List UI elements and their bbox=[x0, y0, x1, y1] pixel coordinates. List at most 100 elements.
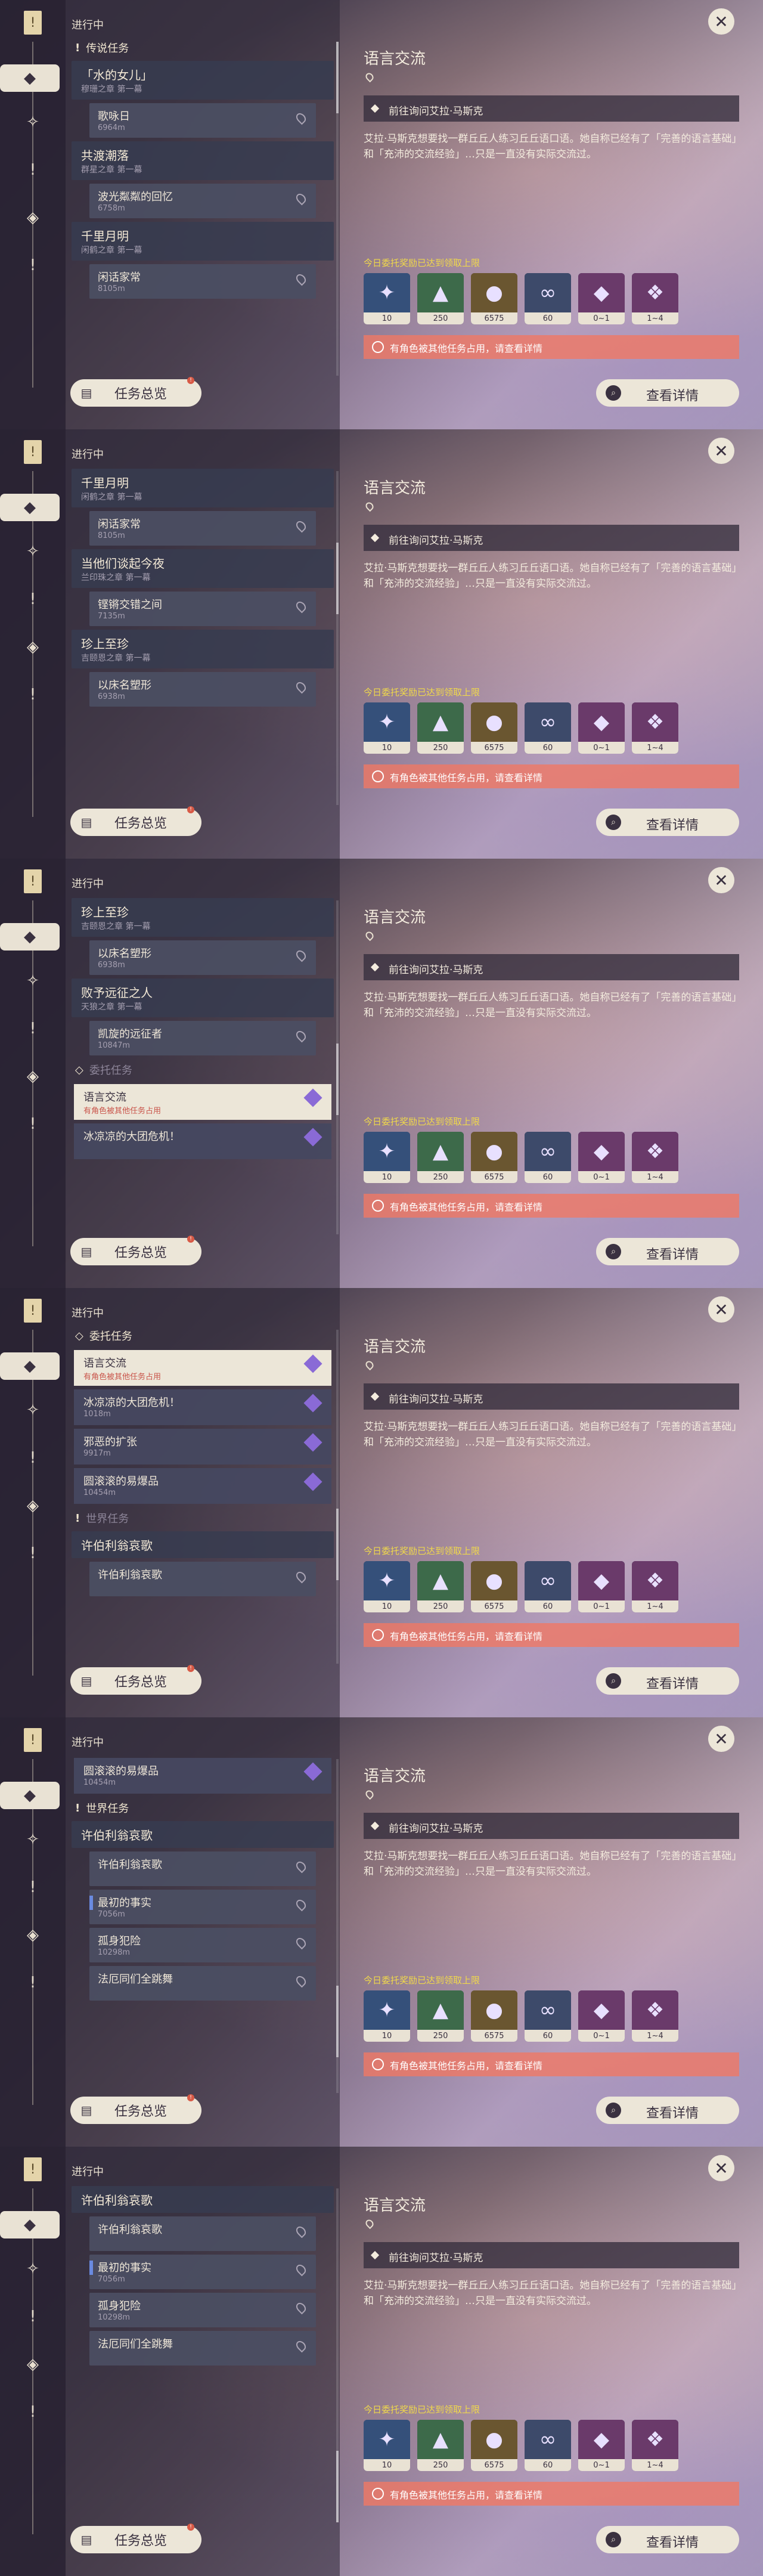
reward-item[interactable]: ∞ 60 bbox=[525, 1990, 571, 2042]
reward-item[interactable]: ∞ 60 bbox=[525, 273, 571, 324]
commission-entry[interactable]: 冰凉凉的大团危机！ bbox=[74, 1123, 331, 1159]
reward-item[interactable]: ✦ 10 bbox=[364, 1990, 410, 2042]
commission-entry[interactable]: 冰凉凉的大团危机！ 1018m bbox=[74, 1389, 331, 1425]
quest-step[interactable]: 最初的事实 7056m bbox=[89, 1890, 316, 1924]
story-quest-icon[interactable]: ! bbox=[19, 1015, 46, 1042]
quest-step[interactable]: 法厄同们全跳舞 bbox=[89, 2331, 316, 2366]
view-details-button[interactable]: ⌕ 查看详情 bbox=[596, 1667, 739, 1695]
close-button[interactable]: ✕ bbox=[708, 2155, 734, 2181]
bookmark-icon[interactable]: ! bbox=[24, 1299, 42, 1323]
scrollbar-thumb[interactable] bbox=[336, 1044, 339, 1115]
quest-step[interactable]: 许伯利翁哀歌 bbox=[89, 1852, 316, 1886]
scrollbar[interactable] bbox=[336, 42, 339, 376]
reward-item[interactable]: ❖ 1~4 bbox=[632, 1990, 678, 2042]
scrollbar[interactable] bbox=[336, 471, 339, 805]
quest-entry[interactable]: 许伯利翁哀歌 bbox=[72, 2186, 334, 2213]
reward-item[interactable]: ▲ 250 bbox=[417, 1990, 464, 2042]
commission-entry[interactable]: 语言交流 有角色被其他任务占用 bbox=[74, 1350, 331, 1386]
world-quest-icon[interactable]: ! bbox=[19, 681, 46, 708]
reward-item[interactable]: ✦ 10 bbox=[364, 2420, 410, 2471]
reward-item[interactable]: ❖ 1~4 bbox=[632, 1561, 678, 1612]
commission-icon[interactable]: ◈ bbox=[19, 1063, 46, 1090]
quest-entry[interactable]: 当他们谈起今夜 兰印珠之章 第一幕 bbox=[72, 549, 334, 588]
archon-quest-icon[interactable]: ✧ bbox=[19, 109, 46, 136]
reward-item[interactable]: ❖ 1~4 bbox=[632, 273, 678, 324]
commission-entry[interactable]: 圆滚滚的易爆品 10454m bbox=[74, 1758, 331, 1794]
quest-step[interactable]: 闲话家常 8105m bbox=[89, 264, 316, 299]
story-quest-icon[interactable]: ! bbox=[19, 586, 46, 613]
reward-item[interactable]: ∞ 60 bbox=[525, 702, 571, 754]
commission-entry[interactable]: 语言交流 有角色被其他任务占用 bbox=[74, 1084, 331, 1120]
quest-entry[interactable]: 珍上至珍 吉颐恩之章 第一幕 bbox=[72, 630, 334, 668]
reward-item[interactable]: ✦ 10 bbox=[364, 702, 410, 754]
commission-entry[interactable]: 圆滚滚的易爆品 10454m bbox=[74, 1468, 331, 1504]
reward-item[interactable]: ▲ 250 bbox=[417, 1561, 464, 1612]
all-quests-icon[interactable]: ◆ bbox=[0, 1352, 60, 1380]
close-button[interactable]: ✕ bbox=[708, 8, 734, 35]
reward-item[interactable]: ✦ 10 bbox=[364, 273, 410, 324]
world-quest-icon[interactable]: ! bbox=[19, 1110, 46, 1138]
quest-step[interactable]: 许伯利翁哀歌 bbox=[89, 2216, 316, 2251]
story-quest-icon[interactable]: ! bbox=[19, 156, 46, 184]
bookmark-icon[interactable]: ! bbox=[24, 440, 42, 464]
quest-step[interactable]: 铿锵交错之间 7135m bbox=[89, 592, 316, 626]
quest-overview-button[interactable]: ▤ 任务总览! bbox=[70, 2524, 201, 2553]
view-details-button[interactable]: ⌕ 查看详情 bbox=[596, 1238, 739, 1265]
story-quest-icon[interactable]: ! bbox=[19, 1444, 46, 1472]
quest-step[interactable]: 许伯利翁哀歌 bbox=[89, 1562, 316, 1596]
view-details-button[interactable]: ⌕ 查看详情 bbox=[596, 2097, 739, 2124]
quest-entry[interactable]: 败予远征之人 天狼之章 第一幕 bbox=[72, 979, 334, 1017]
all-quests-icon[interactable]: ◆ bbox=[0, 1782, 60, 1809]
quest-overview-button[interactable]: ▤ 任务总览! bbox=[70, 377, 201, 407]
scrollbar-thumb[interactable] bbox=[336, 42, 339, 113]
quest-entry[interactable]: 「水的女儿」 穆珊之章 第一幕 bbox=[72, 61, 334, 100]
reward-item[interactable]: ▲ 250 bbox=[417, 702, 464, 754]
archon-quest-icon[interactable]: ✧ bbox=[19, 1826, 46, 1853]
quest-step[interactable]: 以床名塑形 6938m bbox=[89, 940, 316, 975]
reward-item[interactable]: ◆ 0~1 bbox=[578, 2420, 625, 2471]
view-details-button[interactable]: ⌕ 查看详情 bbox=[596, 2526, 739, 2553]
quest-step[interactable]: 波光粼粼的回忆 6758m bbox=[89, 184, 316, 218]
story-quest-icon[interactable]: ! bbox=[19, 1874, 46, 1901]
scrollbar[interactable] bbox=[336, 1330, 339, 1664]
commission-icon[interactable]: ◈ bbox=[19, 1921, 46, 1949]
quest-entry[interactable]: 千里月明 闲鹤之章 第一幕 bbox=[72, 222, 334, 261]
reward-item[interactable]: ● 6575 bbox=[471, 1990, 517, 2042]
archon-quest-icon[interactable]: ✧ bbox=[19, 2255, 46, 2283]
scrollbar-thumb[interactable] bbox=[336, 2451, 339, 2522]
all-quests-icon[interactable]: ◆ bbox=[0, 64, 60, 92]
scrollbar[interactable] bbox=[336, 900, 339, 1234]
quest-entry[interactable]: 共渡潮落 群星之章 第一幕 bbox=[72, 141, 334, 180]
quest-entry[interactable]: 许伯利翁哀歌 bbox=[72, 1821, 334, 1848]
bookmark-icon[interactable]: ! bbox=[24, 2157, 42, 2181]
archon-quest-icon[interactable]: ✧ bbox=[19, 967, 46, 995]
reward-item[interactable]: ◆ 0~1 bbox=[578, 1561, 625, 1612]
reward-item[interactable]: ● 6575 bbox=[471, 273, 517, 324]
quest-step[interactable]: 歌咏日 6964m bbox=[89, 103, 316, 138]
reward-item[interactable]: ❖ 1~4 bbox=[632, 702, 678, 754]
reward-item[interactable]: ❖ 1~4 bbox=[632, 2420, 678, 2471]
quest-entry[interactable]: 许伯利翁哀歌 bbox=[72, 1531, 334, 1558]
reward-item[interactable]: ▲ 250 bbox=[417, 1132, 464, 1183]
reward-item[interactable]: ∞ 60 bbox=[525, 1132, 571, 1183]
commission-icon[interactable]: ◈ bbox=[19, 1492, 46, 1519]
archon-quest-icon[interactable]: ✧ bbox=[19, 1397, 46, 1424]
world-quest-icon[interactable]: ! bbox=[19, 1969, 46, 1996]
quest-step[interactable]: 孤身犯险 10298m bbox=[89, 1928, 316, 1962]
scrollbar-thumb[interactable] bbox=[336, 543, 339, 614]
reward-item[interactable]: ● 6575 bbox=[471, 702, 517, 754]
close-button[interactable]: ✕ bbox=[708, 867, 734, 893]
world-quest-icon[interactable]: ! bbox=[19, 252, 46, 279]
quest-overview-button[interactable]: ▤ 任务总览! bbox=[70, 1665, 201, 1695]
bookmark-icon[interactable]: ! bbox=[24, 11, 42, 35]
close-button[interactable]: ✕ bbox=[708, 1296, 734, 1323]
commission-icon[interactable]: ◈ bbox=[19, 204, 46, 231]
bookmark-icon[interactable]: ! bbox=[24, 869, 42, 893]
world-quest-icon[interactable]: ! bbox=[19, 2398, 46, 2426]
reward-item[interactable]: ▲ 250 bbox=[417, 2420, 464, 2471]
commission-icon[interactable]: ◈ bbox=[19, 633, 46, 661]
quest-overview-button[interactable]: ▤ 任务总览! bbox=[70, 806, 201, 836]
quest-overview-button[interactable]: ▤ 任务总览! bbox=[70, 1236, 201, 1265]
scrollbar-thumb[interactable] bbox=[336, 1986, 339, 2057]
all-quests-icon[interactable]: ◆ bbox=[0, 923, 60, 950]
